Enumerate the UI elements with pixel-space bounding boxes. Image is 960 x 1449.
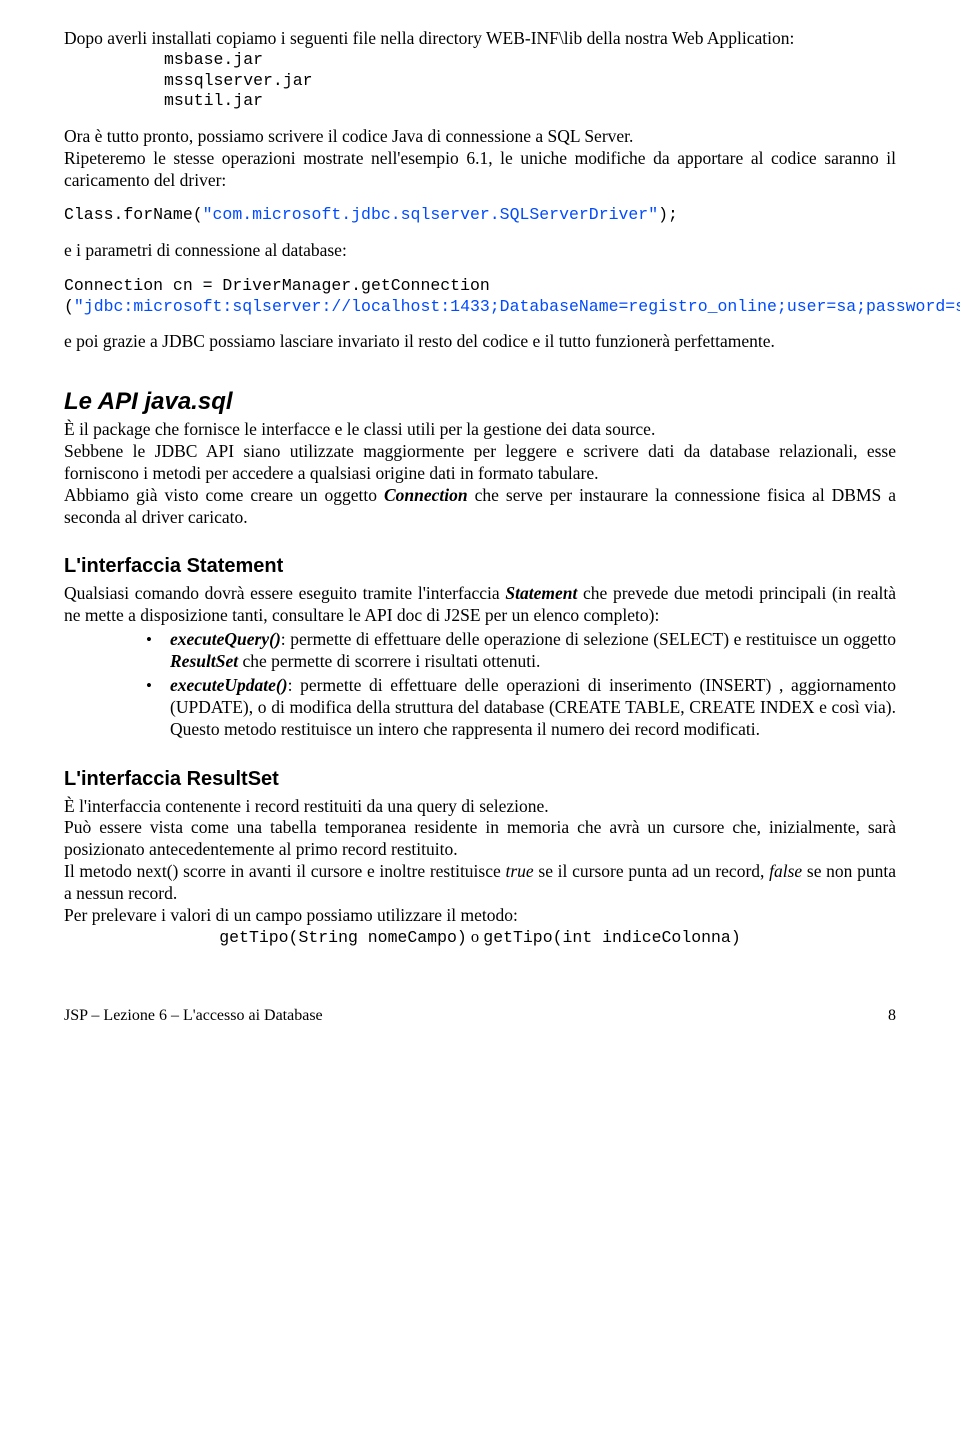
footer-left: JSP – Lezione 6 – L'accesso ai Database <box>64 1006 828 1026</box>
body-paragraph: Abbiamo già visto come creare un oggetto… <box>64 485 896 529</box>
body-paragraph: È il package che fornisce le interfacce … <box>64 419 896 441</box>
body-paragraph: Qualsiasi comando dovrà essere eseguito … <box>64 583 896 627</box>
body-paragraph: e i parametri di connessione al database… <box>64 240 896 262</box>
text-fragment: Qualsiasi comando dovrà essere eseguito … <box>64 583 505 603</box>
code-fragment: ); <box>658 205 678 224</box>
list-item: executeUpdate(): permette di effettuare … <box>150 675 896 741</box>
body-paragraph: Per prelevare i valori di un campo possi… <box>64 905 896 927</box>
body-paragraph: e poi grazie a JDBC possiamo lasciare in… <box>64 331 896 353</box>
jar-item: msutil.jar <box>164 91 896 112</box>
code-fragment: ( <box>64 297 74 316</box>
code-string: "jdbc:microsoft:sqlserver://localhost:14… <box>74 297 960 316</box>
code-class-forname: Class.forName("com.microsoft.jdbc.sqlser… <box>64 205 896 226</box>
term-statement: Statement <box>505 583 577 603</box>
text-fragment: Abbiamo già visto come creare un oggetto <box>64 485 384 505</box>
text-fragment: se il cursore punta ad un record, <box>534 861 769 881</box>
body-paragraph: Ora è tutto pronto, possiamo scrivere il… <box>64 126 896 148</box>
term-false: false <box>769 861 802 881</box>
term-resultset: ResultSet <box>170 651 238 671</box>
code-fragment: Class.forName( <box>64 205 203 224</box>
method-name: executeQuery() <box>170 629 281 649</box>
document-page: Dopo averli installati copiamo i seguent… <box>0 0 960 1076</box>
heading-resultset: L'interfaccia ResultSet <box>64 767 896 792</box>
jar-item: msbase.jar <box>164 50 896 71</box>
method-name: executeUpdate() <box>170 675 288 695</box>
heading-api-java-sql: Le API java.sql <box>64 387 896 417</box>
code-fragment: Connection cn = DriverManager.getConnect… <box>64 276 490 295</box>
code-connection: Connection cn = DriverManager.getConnect… <box>64 276 896 317</box>
footer-page-number: 8 <box>888 1006 896 1026</box>
body-paragraph: È l'interfaccia contenente i record rest… <box>64 796 896 818</box>
page-footer: JSP – Lezione 6 – L'accesso ai Database … <box>64 1006 896 1026</box>
text-fragment: o <box>467 927 484 946</box>
intro-paragraph: Dopo averli installati copiamo i seguent… <box>64 28 896 50</box>
text-fragment: Il metodo next() scorre in avanti il cur… <box>64 861 505 881</box>
statement-methods-list: executeQuery(): permette di effettuare d… <box>64 629 896 740</box>
text-fragment: : permette di effettuare delle operazion… <box>281 629 896 649</box>
text-fragment: che permette di scorrere i risultati ott… <box>238 651 540 671</box>
heading-statement: L'interfaccia Statement <box>64 554 896 579</box>
code-string: "com.microsoft.jdbc.sqlserver.SQLServerD… <box>203 205 658 224</box>
method-signature-line: getTipo(String nomeCampo) o getTipo(int … <box>64 927 896 949</box>
body-paragraph: Sebbene le JDBC API siano utilizzate mag… <box>64 441 896 485</box>
body-paragraph: Il metodo next() scorre in avanti il cur… <box>64 861 896 905</box>
term-connection: Connection <box>384 485 468 505</box>
jar-item: mssqlserver.jar <box>164 71 896 92</box>
body-paragraph: Ripeteremo le stesse operazioni mostrate… <box>64 148 896 192</box>
body-paragraph: Può essere vista come una tabella tempor… <box>64 817 896 861</box>
jar-list: msbase.jar mssqlserver.jar msutil.jar <box>164 50 896 112</box>
list-item: executeQuery(): permette di effettuare d… <box>150 629 896 673</box>
method-signature: getTipo(int indiceColonna) <box>483 928 740 947</box>
term-true: true <box>505 861 533 881</box>
method-signature: getTipo(String nomeCampo) <box>219 928 467 947</box>
